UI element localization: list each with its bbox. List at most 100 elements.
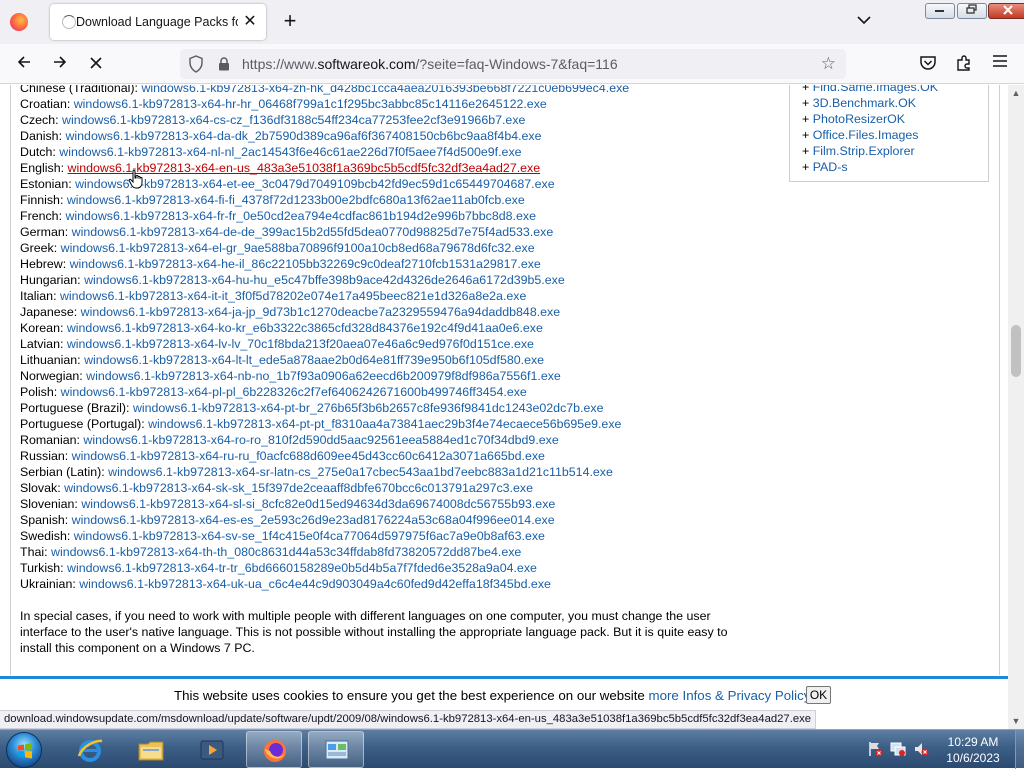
language-pack-download-link[interactable]: windows6.1-kb972813-x64-ja-jp_9d73b1c127… (81, 305, 561, 319)
language-pack-download-link[interactable]: windows6.1-kb972813-x64-ro-ro_810f2d590d… (83, 433, 558, 447)
language-pack-download-link[interactable]: windows6.1-kb972813-x64-sr-latn-cs_275e0… (108, 465, 613, 479)
scroll-down-arrow-icon[interactable]: ▼ (1008, 713, 1024, 729)
taskbar-control-panel[interactable] (308, 731, 364, 768)
language-pack-download-link[interactable]: windows6.1-kb972813-x64-ko-kr_e6b3322c38… (67, 321, 543, 335)
language-row: Greek: windows6.1-kb972813-x64-el-gr_9ae… (20, 240, 629, 256)
taskbar-media-player[interactable] (184, 731, 240, 768)
extensions-puzzle-icon[interactable] (954, 54, 974, 74)
firefox-logo-icon[interactable] (10, 13, 28, 31)
language-name: Polish: (20, 385, 61, 399)
maximize-button[interactable] (957, 3, 987, 19)
language-pack-download-link[interactable]: windows6.1-kb972813-x64-de-de_399ac15b2d… (72, 225, 554, 239)
language-row: Estonian: windows6.1-kb972813-x64-et-ee_… (20, 176, 629, 192)
hamburger-menu-icon[interactable] (990, 54, 1010, 74)
language-name: Finnish: (20, 193, 67, 207)
language-pack-download-link[interactable]: windows6.1-kb972813-x64-sv-se_1f4c415e0f… (74, 529, 545, 543)
system-tray (865, 738, 935, 760)
sidebar-links: + Find.Same.Images.OK + 3D.Benchmark.OK + … (802, 85, 938, 175)
language-pack-download-link[interactable]: windows6.1-kb972813-x64-lt-lt_ede5a878aa… (84, 353, 544, 367)
language-row: Hebrew: windows6.1-kb972813-x64-he-il_86… (20, 256, 629, 272)
language-pack-download-link[interactable]: windows6.1-kb972813-x64-pl-pl_6b228326c2… (61, 385, 527, 399)
language-row: English: windows6.1-kb972813-x64-en-us_4… (20, 160, 629, 176)
language-name: Italian: (20, 289, 60, 303)
language-pack-download-link[interactable]: windows6.1-kb972813-x64-cs-cz_f136df3188… (62, 113, 525, 127)
language-pack-download-link[interactable]: windows6.1-kb972813-x64-hu-hu_e5c47bffe3… (84, 273, 565, 287)
language-pack-download-link[interactable]: windows6.1-kb972813-x64-pt-br_276b65f3b6… (133, 401, 604, 415)
sidebar-link[interactable]: Office.Files.Images (813, 128, 919, 142)
sidebar-link[interactable]: PhotoResizerOK (813, 112, 905, 126)
address-bar[interactable]: https://www.softwareok.com/?seite=faq-Wi… (180, 49, 846, 79)
language-pack-download-link[interactable]: windows6.1-kb972813-x64-et-ee_3c0479d704… (75, 177, 555, 191)
tab-active[interactable]: Download Language Packs for Windows 7 ✕ (50, 4, 266, 40)
sidebar-item: + Office.Files.Images (802, 127, 938, 143)
cookie-banner-text: This website uses cookies to ensure you … (174, 688, 811, 703)
language-pack-download-link[interactable]: windows6.1-kb972813-x64-zh-hk_d428bc1cca… (141, 85, 629, 95)
language-name: Spanish: (20, 513, 72, 527)
forward-arrow-icon[interactable] (46, 52, 74, 76)
taskbar-clock[interactable]: 10:29 AM 10/6/2023 (935, 734, 1011, 766)
language-pack-download-link[interactable]: windows6.1-kb972813-x64-tr-tr_6bd6660158… (67, 561, 537, 575)
language-pack-download-link[interactable]: windows6.1-kb972813-x64-es-es_2e593c26d9… (72, 513, 555, 527)
sidebar-item: + Film.Strip.Explorer (802, 143, 938, 159)
language-pack-download-link[interactable]: windows6.1-kb972813-x64-it-it_3f0f5d7820… (60, 289, 526, 303)
volume-muted-icon[interactable] (913, 741, 929, 757)
language-pack-download-link[interactable]: windows6.1-kb972813-x64-uk-ua_c6c4e44c9d… (79, 577, 551, 591)
language-name: Portuguese (Portugal): (20, 417, 149, 431)
tracking-protection-shield-icon[interactable] (188, 55, 204, 73)
plus-bullet: + (802, 96, 813, 110)
language-pack-download-link[interactable]: windows6.1-kb972813-x64-th-th_080c8631d4… (51, 545, 521, 559)
cookie-ok-button[interactable]: OK (806, 686, 831, 704)
language-pack-download-link[interactable]: windows6.1-kb972813-x64-da-dk_2b7590d389… (65, 129, 541, 143)
taskbar-explorer[interactable] (123, 731, 179, 768)
sidebar-link[interactable]: 3D.Benchmark.OK (813, 96, 916, 110)
show-desktop-button[interactable] (1015, 730, 1024, 769)
language-pack-download-link[interactable]: windows6.1-kb972813-x64-sl-si_8cfc82e0d1… (81, 497, 555, 511)
pocket-icon[interactable] (918, 54, 938, 74)
sidebar-link[interactable]: PAD-s (813, 160, 848, 174)
language-pack-download-link[interactable]: windows6.1-kb972813-x64-ru-ru_f0acfc688d… (72, 449, 545, 463)
control-panel-icon (325, 740, 349, 760)
language-pack-download-link[interactable]: windows6.1-kb972813-x64-el-gr_9ae588ba70… (61, 241, 535, 255)
language-name: Serbian (Latin): (20, 465, 109, 479)
language-pack-download-link[interactable]: windows6.1-kb972813-x64-nl-nl_2ac14543f6… (59, 145, 521, 159)
action-center-flag-icon[interactable] (867, 741, 883, 757)
lock-icon[interactable] (218, 57, 230, 71)
close-window-button[interactable] (988, 3, 1024, 19)
vertical-scrollbar[interactable]: ▲ ▼ (1008, 85, 1024, 729)
language-name: Turkish: (20, 561, 68, 575)
start-button[interactable] (6, 732, 42, 768)
language-pack-download-link[interactable]: windows6.1-kb972813-x64-pt-pt_f8310aa4a7… (148, 417, 621, 431)
stop-loading-icon[interactable] (82, 52, 110, 76)
sidebar-link[interactable]: Film.Strip.Explorer (813, 144, 915, 158)
list-all-tabs-chevron-icon[interactable] (852, 12, 876, 32)
language-pack-download-link[interactable]: windows6.1-kb972813-x64-sk-sk_15f397de2c… (64, 481, 533, 495)
url-text[interactable]: https://www.softwareok.com/?seite=faq-Wi… (242, 56, 618, 72)
language-pack-download-link[interactable]: windows6.1-kb972813-x64-hr-hr_06468f799a… (74, 97, 547, 111)
language-pack-download-link[interactable]: windows6.1-kb972813-x64-nb-no_1b7f93a090… (86, 369, 561, 383)
privacy-policy-link[interactable]: more Infos & Privacy Policy (649, 688, 811, 703)
taskbar-firefox[interactable] (246, 731, 302, 768)
language-row: Korean: windows6.1-kb972813-x64-ko-kr_e6… (20, 320, 629, 336)
language-row: Norwegian: windows6.1-kb972813-x64-nb-no… (20, 368, 629, 384)
language-pack-download-link[interactable]: windows6.1-kb972813-x64-fr-fr_0e50cd2ea7… (65, 209, 536, 223)
page-viewport: + Find.Same.Images.OK + 3D.Benchmark.OK + … (0, 85, 1008, 675)
sidebar-link[interactable]: Find.Same.Images.OK (813, 85, 938, 94)
network-icon[interactable] (890, 741, 906, 757)
clock-time: 10:29 AM (947, 735, 999, 749)
taskbar-internet-explorer[interactable] (62, 731, 118, 768)
scrollbar-thumb[interactable] (1011, 325, 1021, 377)
tab-close-icon[interactable]: ✕ (240, 12, 260, 32)
new-tab-button[interactable]: + (278, 10, 302, 34)
language-row: Slovak: windows6.1-kb972813-x64-sk-sk_15… (20, 480, 629, 496)
language-name: Thai: (20, 545, 51, 559)
internet-explorer-icon (77, 739, 103, 762)
back-arrow-icon[interactable] (10, 52, 38, 76)
language-pack-download-link[interactable]: windows6.1-kb972813-x64-lv-lv_70c1f8bda2… (67, 337, 534, 351)
language-pack-download-link[interactable]: windows6.1-kb972813-x64-he-il_86c22105bb… (70, 257, 541, 271)
language-name: Hungarian: (20, 273, 85, 287)
minimize-button[interactable] (925, 3, 955, 19)
scroll-up-arrow-icon[interactable]: ▲ (1008, 85, 1024, 101)
bookmark-star-icon[interactable]: ☆ (821, 54, 836, 74)
language-pack-download-link[interactable]: windows6.1-kb972813-x64-fi-fi_4378f72d12… (67, 193, 525, 207)
plus-bullet: + (802, 112, 813, 126)
